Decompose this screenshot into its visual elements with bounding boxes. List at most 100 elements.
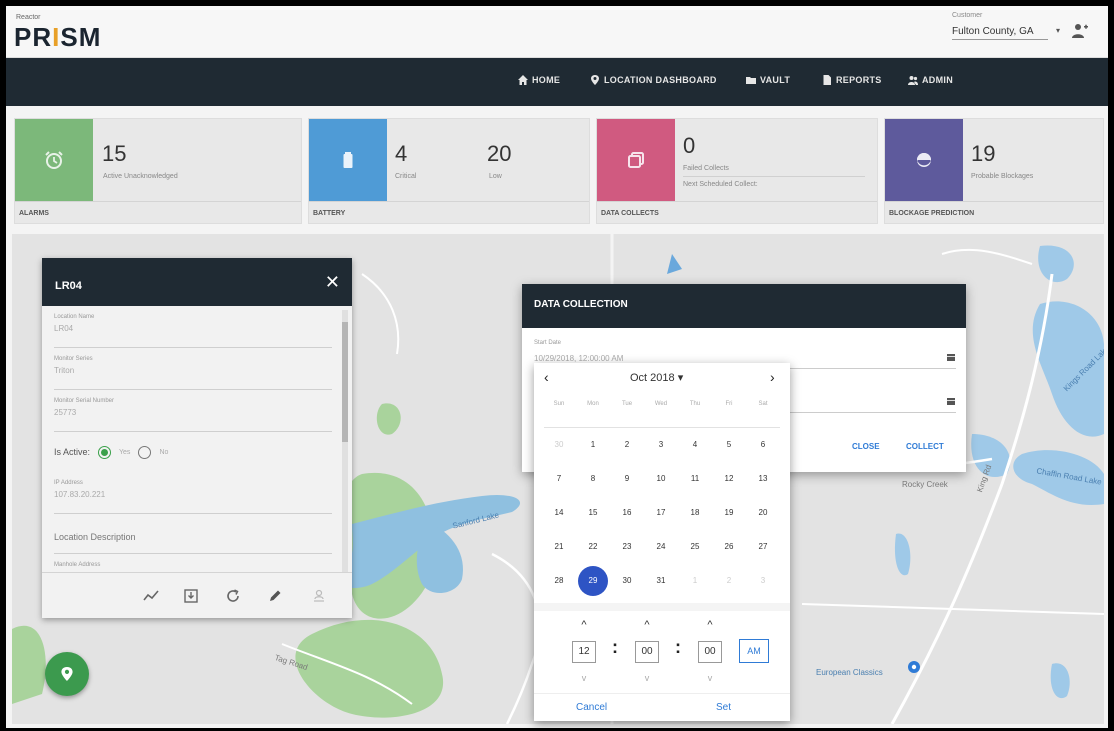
nav-location-dashboard[interactable]: LOCATION DASHBOARD [590,75,717,85]
nav-vault[interactable]: VAULT [746,75,790,85]
second-up-button[interactable]: ^ [700,619,720,631]
calendar-day[interactable]: 28 [544,569,574,593]
download-icon[interactable] [182,587,200,605]
calendar-day[interactable]: 5 [714,433,744,457]
minute-down-button[interactable]: v [637,673,657,683]
hour-down-button[interactable]: v [574,673,594,683]
calendar-day[interactable]: 10 [646,467,676,491]
nav-admin[interactable]: ADMIN [908,75,953,85]
calendar-day[interactable]: 3 [748,569,778,593]
active-yes-radio[interactable] [98,445,112,459]
location-name-field[interactable]: Location Name LR04 [54,306,332,348]
data-collects-card[interactable]: 0 Failed Collects Next Scheduled Collect… [596,118,878,224]
minute-up-button[interactable]: ^ [637,619,657,631]
battery-card[interactable]: 4 Critical 20 Low BATTERY [308,118,590,224]
calendar-day[interactable]: 31 [646,569,676,593]
second-down-button[interactable]: v [700,673,720,683]
calendar-day[interactable]: 1 [578,433,608,457]
calendar-day[interactable]: 25 [680,535,710,559]
logo-text-left: PR [14,22,53,52]
calendar-day[interactable]: 1 [680,569,710,593]
calendar-day[interactable]: 19 [714,501,744,525]
nav-location-dashboard-label: LOCATION DASHBOARD [604,75,717,85]
month-year-selector[interactable]: Oct 2018 ▾ [630,371,683,384]
start-date-input[interactable]: 10/29/2018, 12:00:00 AM [534,354,623,363]
calendar-day[interactable]: 16 [612,501,642,525]
ip-address-field[interactable]: IP Address 107.83.20.221 [54,472,332,514]
previous-month-button[interactable]: ‹ [544,369,549,385]
edit-pencil-icon[interactable] [266,587,284,605]
calendar-icon[interactable] [946,396,956,406]
minute-input[interactable]: 00 [635,641,659,663]
app-header: Reactor PRISM Customer Fulton County, GA… [6,6,1108,58]
nav-home[interactable]: HOME [518,75,560,85]
calendar-day[interactable]: 30 [544,433,574,457]
next-month-button[interactable]: › [770,369,775,385]
field-label: Monitor Series [54,356,93,362]
customer-select[interactable]: Fulton County, GA [952,26,1048,40]
calendar-day[interactable]: 30 [612,569,642,593]
calendar-day[interactable]: 11 [680,467,710,491]
calendar-day[interactable]: 14 [544,501,574,525]
second-input[interactable]: 00 [698,641,722,663]
active-no-radio[interactable] [138,445,152,459]
refresh-icon[interactable] [224,587,242,605]
calendar-day[interactable]: 23 [612,535,642,559]
location-panel-header: LR04 ✕ [42,258,352,306]
calendar-day[interactable]: 3 [646,433,676,457]
calendar-day[interactable]: 24 [646,535,676,559]
calendar-day[interactable]: 9 [612,467,642,491]
calendar-day[interactable]: 18 [680,501,710,525]
battery-low-count: 20 [487,141,512,166]
battery-icon [343,152,353,168]
calendar-icon[interactable] [946,352,956,362]
calendar-day[interactable]: 21 [544,535,574,559]
calendar-day[interactable]: 27 [748,535,778,559]
location-description-field[interactable]: Location Description [54,514,332,554]
chart-line-icon[interactable] [142,587,160,605]
collect-button[interactable]: COLLECT [906,442,944,451]
weekday-label: Mon [587,401,599,407]
active-yes-label: Yes [119,448,131,456]
prism-logo[interactable]: PRISM [14,22,101,53]
calendar-day[interactable]: 2 [714,569,744,593]
map-location-fab[interactable] [45,652,89,696]
am-pm-toggle[interactable]: AM [739,639,769,663]
field-label: Location Name [54,314,95,320]
calendar-day[interactable]: 2 [612,433,642,457]
calendar-day[interactable]: 22 [578,535,608,559]
hour-input[interactable]: 12 [572,641,596,663]
calendar-day[interactable]: 26 [714,535,744,559]
monitor-series-field[interactable]: Monitor Series Triton [54,348,332,390]
blockage-prediction-card[interactable]: 19 Probable Blockages BLOCKAGE PREDICTIO… [884,118,1104,224]
scrollbar-thumb[interactable] [342,322,348,442]
calendar-day[interactable]: 20 [748,501,778,525]
calendar-day[interactable]: 7 [544,467,574,491]
alarms-card[interactable]: 15 Active Unacknowledged ALARMS [14,118,302,224]
calendar-day[interactable]: 13 [748,467,778,491]
calendar-day[interactable]: 6 [748,433,778,457]
calendar-day[interactable]: 4 [680,433,710,457]
active-no-label: No [159,448,169,456]
close-button[interactable]: CLOSE [852,442,880,451]
close-icon[interactable]: ✕ [325,272,340,293]
calendar-day[interactable]: 17 [646,501,676,525]
panel-scrollbar[interactable] [342,310,348,572]
monitor-serial-number-field[interactable]: Monitor Serial Number 25773 [54,390,332,432]
calendar-day[interactable]: 8 [578,467,608,491]
main-nav: HOME LOCATION DASHBOARD VAULT REPORTS AD… [6,58,1108,106]
calendar-day[interactable]: 15 [578,501,608,525]
user-add-icon[interactable] [1070,23,1088,39]
hour-up-button[interactable]: ^ [574,619,594,631]
weekday-label: Sun [553,401,565,407]
location-detail-panel: LR04 ✕ Location Name LR04 Monitor Series… [42,258,352,618]
field-value: LR04 [54,324,74,333]
cancel-button[interactable]: Cancel [576,702,607,713]
set-button[interactable]: Set [716,702,731,713]
calendar-day[interactable]: 12 [714,467,744,491]
upload-user-icon[interactable] [310,587,328,605]
field-label: IP Address [54,480,83,486]
chevron-down-icon[interactable]: ▾ [1056,26,1060,35]
calendar-day-selected[interactable]: 29 [578,569,608,593]
nav-reports[interactable]: REPORTS [822,75,882,85]
